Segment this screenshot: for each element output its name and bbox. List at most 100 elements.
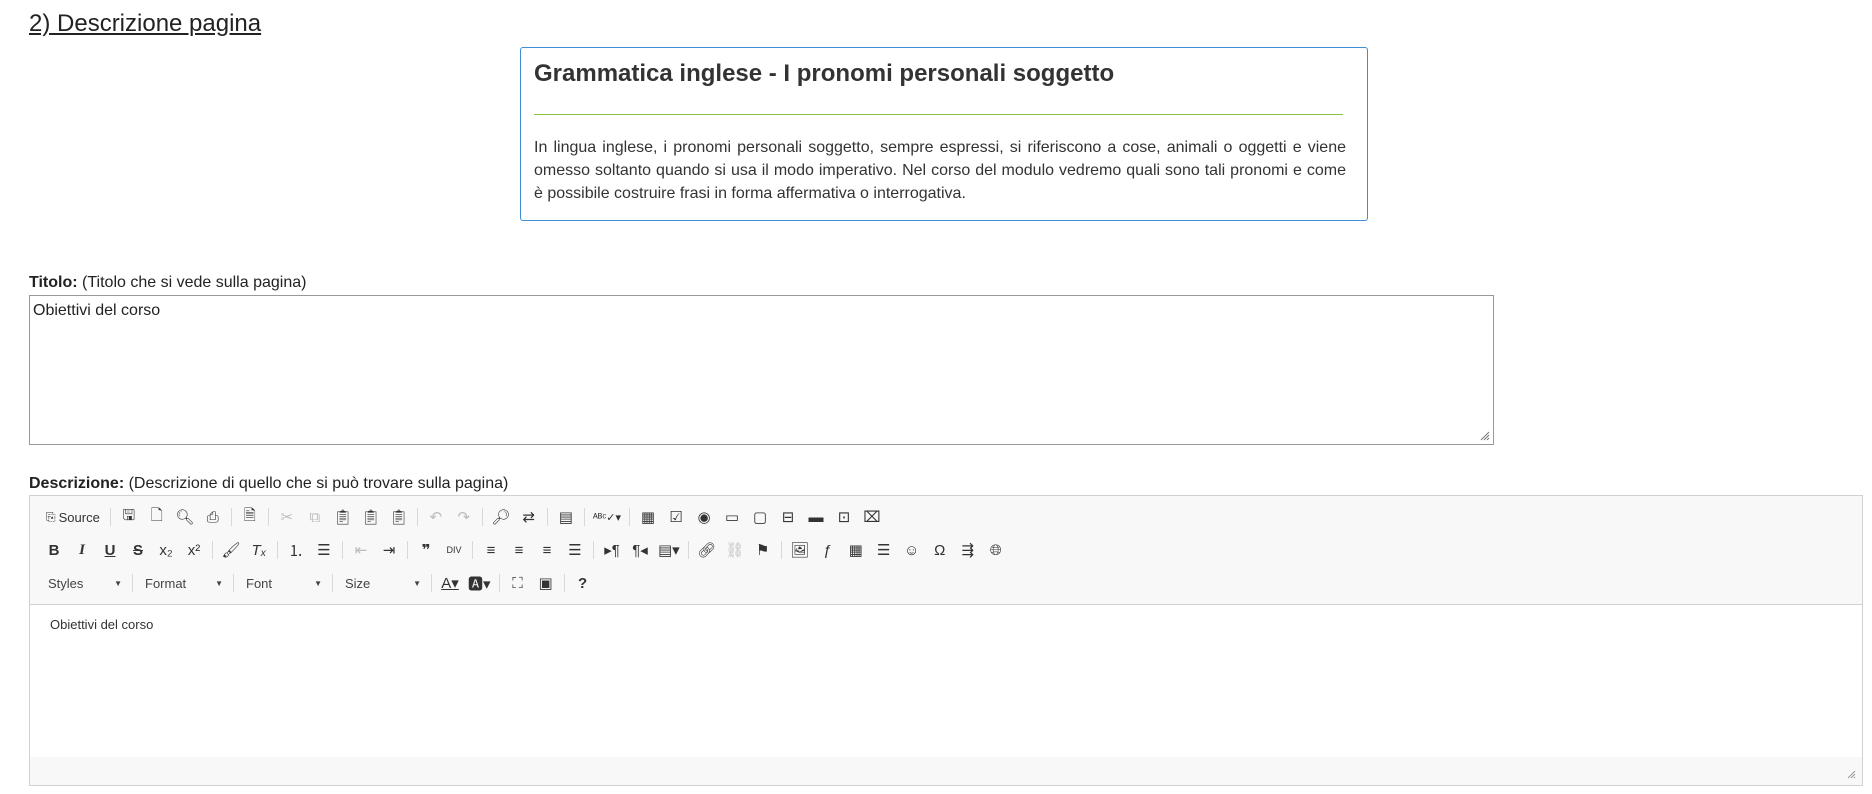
select-all-button[interactable]: ▤ bbox=[554, 505, 578, 529]
blockquote-button[interactable]: ❞ bbox=[414, 538, 438, 562]
preview-button[interactable]: 🔍︎ bbox=[173, 505, 197, 529]
font-dropdown[interactable]: Font ▼ bbox=[240, 571, 328, 595]
horizontal-rule-button[interactable]: ☰ bbox=[872, 538, 896, 562]
ltr-icon: ▸¶ bbox=[604, 542, 620, 559]
indent-icon: ⇥ bbox=[382, 542, 396, 559]
replace-button[interactable]: ⇄ bbox=[517, 505, 541, 529]
title-textarea[interactable]: Obiettivi del corso bbox=[29, 295, 1494, 445]
templates-button[interactable]: 🗎 bbox=[238, 505, 262, 529]
cut-button[interactable]: ✂ bbox=[275, 505, 299, 529]
print-button[interactable]: ⎙ bbox=[201, 505, 225, 529]
toolbar-separator bbox=[563, 574, 565, 592]
button-icon: ▬ bbox=[808, 508, 824, 526]
table-button[interactable]: ▦ bbox=[844, 538, 868, 562]
italic-icon: I bbox=[79, 541, 85, 558]
bulleted-list-button[interactable]: ☰ bbox=[312, 538, 336, 562]
preview-body: In lingua inglese, i pronomi personali s… bbox=[534, 139, 1346, 202]
subscript-button[interactable]: x₂ bbox=[154, 538, 178, 562]
chevron-down-icon: ▼ bbox=[114, 578, 122, 588]
textarea-button[interactable]: ▢ bbox=[748, 505, 772, 529]
subscript-icon: x₂ bbox=[159, 541, 173, 559]
align-right-button[interactable]: ≡ bbox=[535, 538, 559, 562]
rtl-button[interactable]: ¶◂ bbox=[628, 538, 652, 562]
size-dropdown[interactable]: Size ▼ bbox=[339, 571, 427, 595]
preview-icon: 🔍︎ bbox=[175, 509, 195, 526]
maximize-button[interactable]: ⛶ bbox=[506, 571, 530, 595]
bg-color-button[interactable]: 🅰︎▾ bbox=[466, 571, 493, 595]
bulleted-list-icon: ☰ bbox=[317, 542, 331, 559]
editor-toolbar: ⎘ Source 🖫 🗋 🔍︎ ⎙ 🗎 ✂ ⧉ 📋︎ 📋︎ 📋︎ ↶ ↷ 🔎︎ ⇄… bbox=[30, 496, 1862, 604]
textarea-icon: ▢ bbox=[752, 509, 768, 526]
section-heading: 2) Descrizione pagina bbox=[29, 10, 262, 37]
checkbox-button[interactable]: ☑ bbox=[664, 505, 688, 529]
textfield-button[interactable]: ▭ bbox=[720, 505, 744, 529]
new-page-button[interactable]: 🗋 bbox=[145, 505, 169, 529]
about-button[interactable]: ? bbox=[571, 571, 595, 595]
flash-button[interactable]: ƒ bbox=[816, 538, 840, 562]
toolbar-row-3: Styles ▼ Format ▼ Font ▼ Size ▼ A▾ 🅰︎▾ ⛶ ▣ ? bbox=[42, 571, 599, 595]
bold-button[interactable]: B bbox=[42, 538, 66, 562]
radio-icon: ◉ bbox=[697, 509, 711, 526]
source-button[interactable]: ⎘ Source bbox=[42, 505, 104, 529]
resize-grip-icon[interactable] bbox=[1478, 429, 1490, 441]
hidden-field-button[interactable]: ⌧ bbox=[860, 505, 884, 529]
language-button[interactable]: ▤▾ bbox=[656, 538, 682, 562]
link-button[interactable]: 🔗︎ bbox=[695, 538, 719, 562]
strike-button[interactable]: S bbox=[126, 538, 150, 562]
align-left-button[interactable]: ≡ bbox=[479, 538, 503, 562]
text-color-button[interactable]: A▾ bbox=[438, 571, 462, 595]
ltr-button[interactable]: ▸¶ bbox=[600, 538, 624, 562]
italic-button[interactable]: I bbox=[70, 538, 94, 562]
underline-button[interactable]: U bbox=[98, 538, 122, 562]
indent-button[interactable]: ⇥ bbox=[377, 538, 401, 562]
numbered-list-button[interactable]: ⒈ bbox=[284, 538, 308, 562]
superscript-button[interactable]: x² bbox=[182, 538, 206, 562]
image-icon: 🖼︎ bbox=[790, 542, 810, 559]
resize-grip-icon[interactable] bbox=[1846, 769, 1856, 779]
print-icon: ⎙ bbox=[206, 508, 219, 526]
radio-button[interactable]: ◉ bbox=[692, 505, 716, 529]
language-icon: ▤▾ bbox=[658, 542, 680, 559]
unlink-button[interactable]: ⛓ bbox=[723, 538, 747, 562]
iframe-button[interactable]: 🌐︎ bbox=[984, 538, 1008, 562]
superscript-icon: x² bbox=[187, 541, 201, 559]
redo-button[interactable]: ↷ bbox=[452, 505, 476, 529]
div-button[interactable]: DIV bbox=[442, 538, 466, 562]
spellcheck-button[interactable]: ᴬᴮᶜ✓▾ bbox=[591, 505, 623, 529]
image-button-button[interactable]: ⊡ bbox=[832, 505, 856, 529]
page-break-button[interactable]: ⇶ bbox=[956, 538, 980, 562]
image-button-icon: ⊡ bbox=[837, 509, 851, 526]
remove-format-button[interactable]: Tₓ bbox=[247, 538, 271, 562]
toolbar-separator bbox=[593, 541, 594, 559]
title-label-strong: Titolo: bbox=[29, 274, 78, 291]
image-button[interactable]: 🖼︎ bbox=[788, 538, 812, 562]
special-char-button[interactable]: Ω bbox=[928, 538, 952, 562]
undo-button[interactable]: ↶ bbox=[424, 505, 448, 529]
show-blocks-button[interactable]: ▣ bbox=[534, 571, 558, 595]
find-button[interactable]: 🔎︎ bbox=[489, 505, 513, 529]
copy-icon: ⧉ bbox=[309, 508, 321, 526]
paste-button[interactable]: 📋︎ bbox=[331, 505, 355, 529]
smiley-button[interactable]: ☺ bbox=[900, 538, 924, 562]
justify-button[interactable]: ☰ bbox=[563, 538, 587, 562]
button-field-button[interactable]: ▬ bbox=[804, 505, 828, 529]
editor-content-area[interactable]: Obiettivi del corso bbox=[30, 604, 1862, 758]
paste-text-button[interactable]: 📋︎ bbox=[359, 505, 383, 529]
styles-dropdown[interactable]: Styles ▼ bbox=[42, 571, 128, 595]
outdent-button[interactable]: ⇤ bbox=[349, 538, 373, 562]
blockquote-icon: ❞ bbox=[421, 542, 431, 559]
copy-button[interactable]: ⧉ bbox=[303, 505, 327, 529]
align-center-button[interactable]: ≡ bbox=[507, 538, 531, 562]
link-icon: 🔗︎ bbox=[697, 542, 717, 559]
paste-word-button[interactable]: 📋︎ bbox=[387, 505, 411, 529]
editor-content-text: Obiettivi del corso bbox=[50, 617, 154, 632]
save-button[interactable]: 🖫 bbox=[117, 505, 141, 529]
format-dropdown[interactable]: Format ▼ bbox=[139, 571, 229, 595]
strike-icon: S bbox=[132, 541, 143, 559]
anchor-button[interactable]: ⚑ bbox=[751, 538, 775, 562]
toolbar-separator bbox=[498, 574, 500, 592]
select-field-button[interactable]: ⊟ bbox=[776, 505, 800, 529]
form-button[interactable]: ▦ bbox=[636, 505, 660, 529]
chevron-down-icon: ▼ bbox=[413, 578, 421, 588]
copy-format-button[interactable]: 🖌︎ bbox=[219, 538, 243, 562]
